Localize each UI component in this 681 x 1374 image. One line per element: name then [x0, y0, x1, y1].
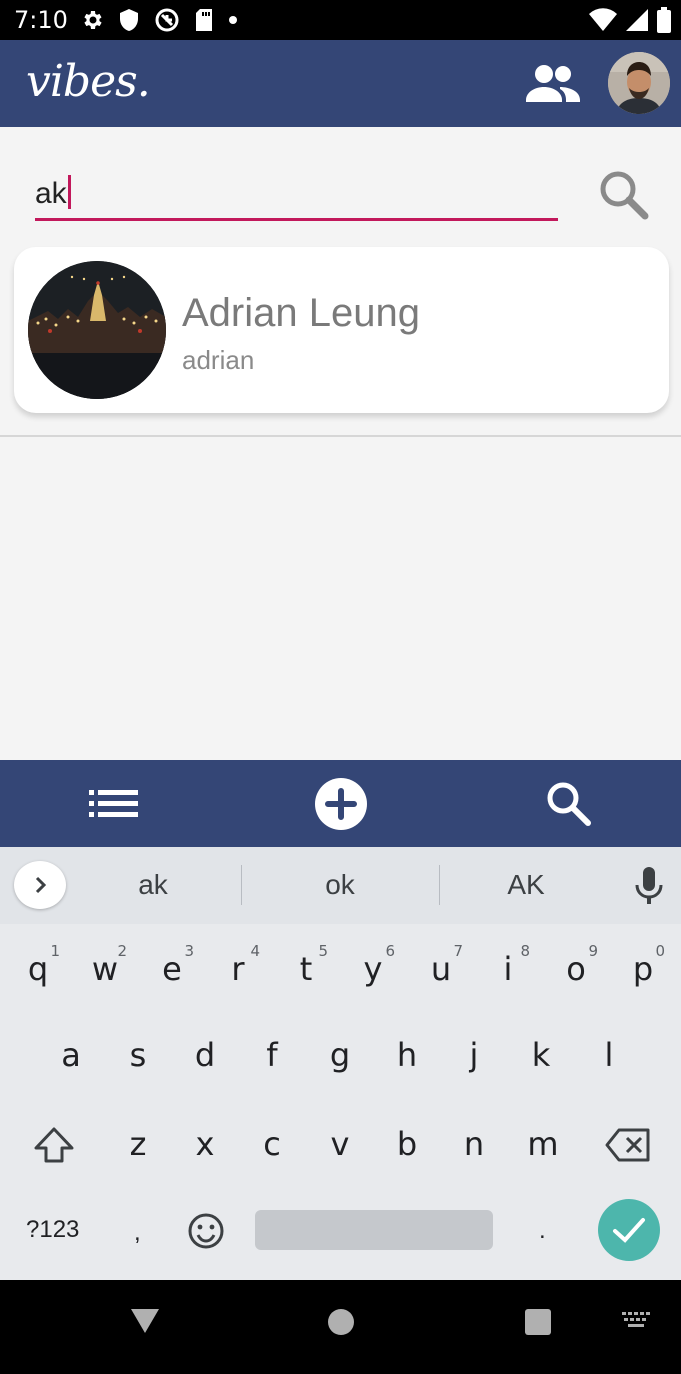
system-nav-bar — [0, 1280, 681, 1374]
key-h[interactable]: h — [377, 1020, 437, 1090]
back-icon[interactable] — [130, 1308, 160, 1334]
backspace-key[interactable] — [598, 1110, 658, 1180]
shift-icon — [34, 1127, 74, 1163]
search-input[interactable]: ak — [35, 167, 558, 221]
symbols-key[interactable]: ?123 — [26, 1216, 79, 1244]
app-header: vibes. — [0, 40, 681, 127]
key-v[interactable]: v — [310, 1109, 370, 1179]
suggestion-bar: ak ok AK — [0, 847, 681, 924]
status-time: 7:10 — [14, 6, 68, 34]
status-bar: 7:10 — [0, 0, 681, 40]
suggestion-divider — [241, 865, 242, 905]
text-cursor — [67, 175, 71, 210]
user-result-card[interactable]: Adrian Leung adrian — [14, 247, 669, 413]
battery-icon — [657, 7, 671, 33]
key-x[interactable]: x — [175, 1109, 235, 1179]
sd-card-icon — [196, 9, 212, 31]
search-page: ak Adrian Leung adrian — [0, 127, 681, 760]
enter-key[interactable] — [598, 1199, 660, 1261]
user-username: adrian — [182, 345, 255, 375]
key-g[interactable]: g — [310, 1020, 370, 1090]
key-z[interactable]: z — [108, 1109, 168, 1179]
chevron-right-icon — [35, 876, 47, 894]
search-icon — [547, 782, 591, 826]
user-name: Adrian Leung — [182, 291, 420, 335]
key-f[interactable]: f — [242, 1020, 302, 1090]
search-input-value: ak — [35, 177, 67, 210]
key-y[interactable]: y6 — [343, 934, 403, 1004]
key-n[interactable]: n — [444, 1109, 504, 1179]
key-c[interactable]: c — [242, 1109, 302, 1179]
key-d[interactable]: d — [175, 1020, 235, 1090]
key-e[interactable]: e3 — [142, 934, 202, 1004]
add-circle-icon — [315, 778, 367, 830]
home-icon[interactable] — [328, 1309, 354, 1335]
suggestion-divider — [439, 865, 440, 905]
wifi-icon — [589, 8, 617, 32]
search-icon — [600, 171, 649, 220]
period-key[interactable]: . — [539, 1217, 546, 1245]
dot-icon — [229, 16, 237, 24]
key-r[interactable]: r4 — [208, 934, 268, 1004]
key-p[interactable]: p0 — [613, 934, 673, 1004]
group-icon[interactable] — [522, 62, 584, 106]
list-icon — [89, 790, 138, 817]
shift-key[interactable] — [24, 1110, 84, 1180]
suggestion-2[interactable]: ok — [280, 869, 400, 901]
nav-feed-button[interactable] — [84, 774, 144, 834]
key-l[interactable]: l — [579, 1020, 639, 1090]
keyboard-expand-button[interactable] — [14, 861, 66, 909]
divider — [0, 435, 681, 437]
key-m[interactable]: m — [513, 1109, 573, 1179]
shield-icon — [120, 9, 138, 31]
user-avatar — [28, 261, 166, 399]
key-u[interactable]: u7 — [411, 934, 471, 1004]
key-a[interactable]: a — [41, 1020, 101, 1090]
suggestion-3[interactable]: AK — [466, 869, 586, 901]
gear-icon — [84, 11, 102, 29]
key-w[interactable]: w2 — [75, 934, 135, 1004]
recents-icon[interactable] — [525, 1309, 551, 1335]
keyboard-switch-icon[interactable] — [622, 1312, 652, 1332]
key-s[interactable]: s — [108, 1020, 168, 1090]
key-j[interactable]: j — [444, 1020, 504, 1090]
key-t[interactable]: t5 — [276, 934, 336, 1004]
data-saver-icon — [155, 8, 179, 32]
signal-icon — [626, 9, 648, 31]
emoji-icon — [188, 1213, 224, 1249]
key-q[interactable]: q1 — [8, 934, 68, 1004]
bottom-nav — [0, 760, 681, 847]
app-logo[interactable]: vibes. — [26, 56, 151, 107]
checkmark-icon — [613, 1218, 645, 1243]
space-key[interactable] — [255, 1210, 493, 1250]
suggestion-1[interactable]: ak — [93, 869, 213, 901]
key-o[interactable]: o9 — [546, 934, 606, 1004]
search-button[interactable] — [596, 167, 652, 223]
comma-key[interactable]: , — [134, 1219, 141, 1247]
key-i[interactable]: i8 — [478, 934, 538, 1004]
key-b[interactable]: b — [377, 1109, 437, 1179]
key-k[interactable]: k — [511, 1020, 571, 1090]
emoji-key[interactable] — [176, 1196, 236, 1266]
soft-keyboard: ak ok AK q1 w2 e3 r4 t5 y6 u7 i8 o9 p0 a… — [0, 847, 681, 1280]
profile-avatar[interactable] — [608, 52, 670, 114]
backspace-icon — [605, 1128, 650, 1162]
mic-icon[interactable] — [634, 867, 664, 905]
nav-add-button[interactable] — [311, 774, 371, 834]
nav-search-button[interactable] — [538, 774, 598, 834]
